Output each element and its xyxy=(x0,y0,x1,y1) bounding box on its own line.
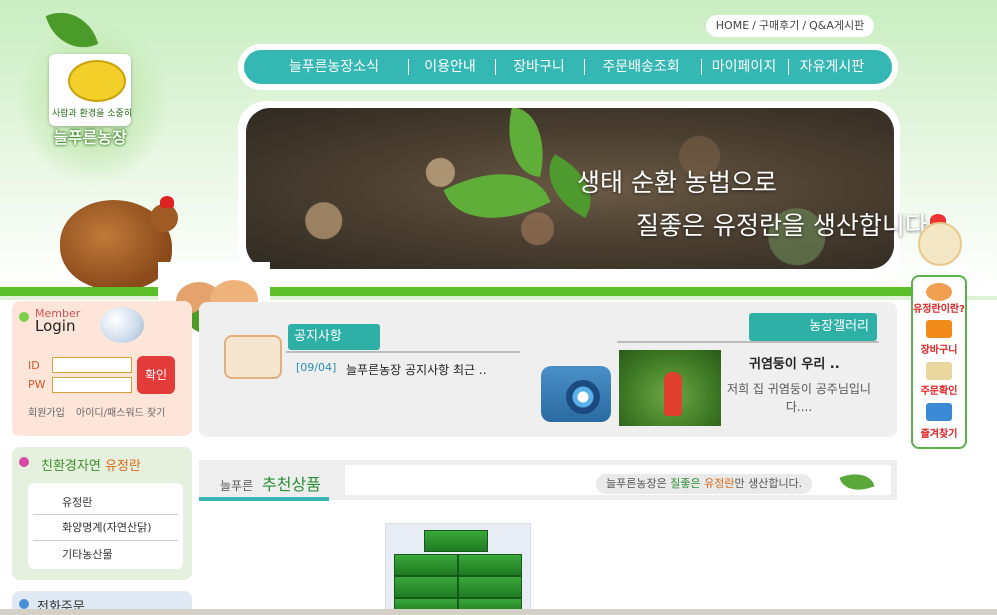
category-item-other-produce[interactable]: 기타농산물 xyxy=(62,546,113,562)
nav-separator xyxy=(788,59,789,75)
green-band xyxy=(0,287,914,296)
tagline-highlight: 유정란 xyxy=(704,477,735,490)
cart-icon xyxy=(926,320,952,338)
green-band-shadow xyxy=(0,296,997,300)
gallery-photo-subject xyxy=(664,372,682,416)
login-button[interactable]: 확인 xyxy=(137,356,175,394)
scroll-icon xyxy=(224,335,282,379)
order-icon xyxy=(926,362,952,380)
gallery-description: 저희 집 귀염둥이 공주님입니다.... xyxy=(727,382,871,414)
tagline-part: 늘푸른농장은 xyxy=(606,477,671,490)
login-title: Login xyxy=(35,317,76,335)
find-account-link[interactable]: 아이디/패스워드 찾기 xyxy=(76,408,165,419)
divider xyxy=(617,341,879,343)
egg-icon xyxy=(926,283,952,301)
recommend-label-small: 늘푸른 xyxy=(220,479,254,493)
nav-item-farm-news[interactable]: 늘푸른농장소식 xyxy=(274,50,394,84)
hen-head xyxy=(150,204,178,232)
banner-subheadline: 질좋은 유정란을 생산합니다. xyxy=(636,211,936,240)
tagline-part: 만 생산합니다. xyxy=(734,477,803,490)
product-thumbnail[interactable] xyxy=(385,523,531,615)
logo-slogan: 사람과 환경을 소중히 xyxy=(51,109,133,119)
category-item-chicken[interactable]: 화양명계(자연산닭) xyxy=(62,519,152,535)
id-input[interactable] xyxy=(52,357,132,373)
bullet-icon xyxy=(19,457,29,467)
separator: / xyxy=(802,19,807,32)
lock-icon xyxy=(100,307,144,343)
gallery-tab[interactable]: 농장갤러리 xyxy=(749,313,877,341)
egg-box xyxy=(424,530,488,552)
id-label: ID xyxy=(28,359,40,372)
egg-icon xyxy=(68,60,126,102)
banner-headline: 생태 순환 농법으로 xyxy=(577,168,777,197)
egg-box xyxy=(458,554,522,576)
nav-separator xyxy=(495,59,496,75)
recommend-underline xyxy=(199,497,329,501)
bullet-icon xyxy=(19,599,29,609)
main-banner xyxy=(246,108,894,269)
join-link[interactable]: 회원가입 xyxy=(28,408,65,419)
nav-separator xyxy=(701,59,702,75)
logo-name[interactable]: 늘푸른농장 xyxy=(40,124,140,148)
qna-link[interactable]: Q&A게시판 xyxy=(809,19,864,32)
category-title: 친환경자연 유정란 xyxy=(41,455,141,474)
egg-box xyxy=(394,576,458,598)
category-title-b: 유정란 xyxy=(104,459,141,474)
nav-item-guide[interactable]: 이용안내 xyxy=(416,50,484,84)
quick-cart[interactable]: 장바구니 xyxy=(913,341,965,356)
quick-bookmark[interactable]: 즐겨찾기 xyxy=(913,425,965,440)
separator: / xyxy=(752,19,756,32)
egg-box xyxy=(458,576,522,598)
tagline-highlight: 질좋은 xyxy=(670,477,701,490)
main-nav: 늘푸른농장소식 이용안내 장바구니 주문배송조회 마이페이지 자유게시판 xyxy=(244,50,892,84)
nav-item-cart[interactable]: 장바구니 xyxy=(504,50,574,84)
recommend-tagline: 늘푸른농장은 질좋은 유정란만 생산합니다. xyxy=(596,474,813,494)
divider xyxy=(33,540,178,541)
nav-separator xyxy=(408,59,409,75)
home-link[interactable]: HOME xyxy=(716,19,749,32)
nav-separator xyxy=(584,59,585,75)
monitor-icon xyxy=(926,403,952,421)
bottom-edge xyxy=(0,609,997,615)
sprout-leaf-icon xyxy=(500,108,552,177)
bullet-icon xyxy=(19,312,29,322)
gallery-title[interactable]: 귀염둥이 우리 .. xyxy=(749,353,840,372)
notice-link[interactable]: 늘푸른농장 공지사항 최근 .. xyxy=(346,361,487,378)
pw-label: PW xyxy=(28,378,46,391)
quick-what-is-egg[interactable]: 유정란이란? xyxy=(913,300,965,315)
reviews-link[interactable]: 구매후기 xyxy=(759,19,799,32)
recommend-title: 추천상품 xyxy=(262,475,321,494)
login-links: 회원가입 아이디/패스워드 찾기 xyxy=(28,404,165,419)
quick-order-check[interactable]: 주문확인 xyxy=(913,382,965,397)
nav-item-free-board[interactable]: 자유게시판 xyxy=(794,50,870,84)
chick-icon xyxy=(918,222,962,266)
utility-links: HOME / 구매후기 / Q&A게시판 xyxy=(706,15,874,37)
nav-item-order-tracking[interactable]: 주문배송조회 xyxy=(592,50,690,84)
divider xyxy=(286,351,520,353)
divider xyxy=(33,514,178,515)
hen-comb xyxy=(160,196,174,208)
notice-date: [09/04] xyxy=(296,361,337,374)
egg-box xyxy=(394,554,458,576)
category-title-a: 친환경자연 xyxy=(41,459,101,474)
category-item-eggs[interactable]: 유정란 xyxy=(62,494,92,510)
password-input[interactable] xyxy=(52,377,132,393)
nav-item-mypage[interactable]: 마이페이지 xyxy=(706,50,782,84)
camera-lens xyxy=(566,380,600,414)
notice-tab[interactable]: 공지사항 xyxy=(288,324,380,350)
